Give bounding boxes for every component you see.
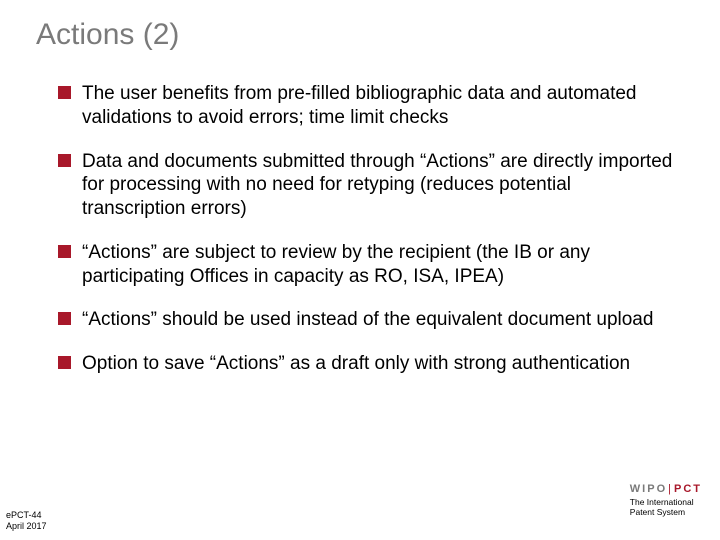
list-item-text: Option to save “Actions” as a draft only… xyxy=(82,353,630,374)
square-bullet-icon xyxy=(58,154,71,167)
footer-right: WIPO|PCT The International Patent System xyxy=(630,483,702,518)
slide-date: April 2017 xyxy=(6,521,47,532)
list-item: “Actions” should be used instead of the … xyxy=(58,308,678,332)
list-item-text: “Actions” should be used instead of the … xyxy=(82,309,653,330)
square-bullet-icon xyxy=(58,356,71,369)
list-item: Data and documents submitted through “Ac… xyxy=(58,150,678,221)
list-item: “Actions” are subject to review by the r… xyxy=(58,241,678,289)
brand-logo: WIPO|PCT xyxy=(630,483,702,496)
bullet-list: The user benefits from pre-filled biblio… xyxy=(58,82,678,396)
list-item-text: Data and documents submitted through “Ac… xyxy=(82,151,672,220)
tagline-line2: Patent System xyxy=(630,508,702,518)
list-item: Option to save “Actions” as a draft only… xyxy=(58,352,678,376)
list-item-text: “Actions” are subject to review by the r… xyxy=(82,242,590,287)
square-bullet-icon xyxy=(58,245,71,258)
brand-pct: PCT xyxy=(674,483,702,495)
slide-ref: ePCT-44 xyxy=(6,510,47,521)
footer-left: ePCT-44 April 2017 xyxy=(6,510,47,532)
brand-tagline: The International Patent System xyxy=(630,498,702,518)
slide-title: Actions (2) xyxy=(36,18,179,52)
slide: Actions (2) The user benefits from pre-f… xyxy=(0,0,720,540)
square-bullet-icon xyxy=(58,86,71,99)
list-item-text: The user benefits from pre-filled biblio… xyxy=(82,83,637,128)
brand-wipo: WIPO xyxy=(630,483,667,495)
list-item: The user benefits from pre-filled biblio… xyxy=(58,82,678,130)
brand-divider: | xyxy=(668,483,673,495)
square-bullet-icon xyxy=(58,312,71,325)
